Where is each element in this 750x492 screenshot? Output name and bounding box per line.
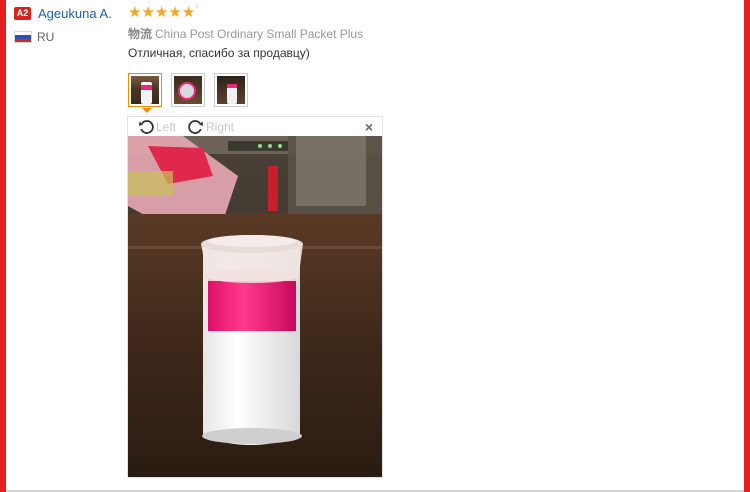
rotate-left-button[interactable]: Left bbox=[137, 118, 176, 136]
review-comment: Отличная, спасибо за продавцу) bbox=[128, 46, 310, 60]
star-icon: ★ bbox=[168, 4, 182, 21]
rotate-right-icon bbox=[188, 120, 203, 134]
shipping-info: 物流 China Post Ordinary Small Packet Plus bbox=[128, 25, 363, 42]
rotate-left-icon bbox=[139, 120, 154, 134]
reviewer-name-link[interactable]: Ageukuna A. bbox=[38, 6, 112, 21]
star-icon: ★ bbox=[128, 4, 142, 21]
close-icon[interactable]: × bbox=[365, 119, 373, 135]
buyer-level-badge: A2 bbox=[14, 7, 31, 20]
review-photo-large bbox=[128, 136, 382, 477]
photo-viewer: Left Right × bbox=[127, 116, 383, 478]
thumbnail-photo-3[interactable] bbox=[214, 73, 248, 107]
rotate-right-label: Right bbox=[206, 120, 235, 134]
reviewer-country: RU bbox=[37, 30, 55, 44]
active-thumbnail-caret bbox=[142, 108, 152, 113]
rating-mark: ' bbox=[196, 4, 198, 14]
thumbnail-photo-1[interactable] bbox=[128, 73, 162, 107]
shipping-label: 物流 bbox=[128, 27, 153, 41]
frame-left-border bbox=[0, 0, 6, 492]
rotate-right-button[interactable]: Right bbox=[187, 118, 234, 136]
viewer-toolbar: Left Right × bbox=[128, 117, 382, 136]
thumbnail-photo-2[interactable] bbox=[171, 73, 205, 107]
photo-thumbnails bbox=[128, 73, 257, 107]
star-icon: ★ bbox=[154, 4, 169, 21]
shipping-method: China Post Ordinary Small Packet Plus bbox=[155, 27, 364, 41]
bottle-photo bbox=[128, 136, 382, 477]
star-rating: ★ ★ ★ ★ ★ ' bbox=[128, 4, 198, 22]
star-icon: ★ bbox=[181, 4, 196, 21]
frame-right-border bbox=[744, 0, 750, 492]
rotate-left-label: Left bbox=[156, 120, 177, 134]
russia-flag-icon bbox=[14, 31, 32, 43]
star-icon: ★ bbox=[141, 4, 155, 21]
